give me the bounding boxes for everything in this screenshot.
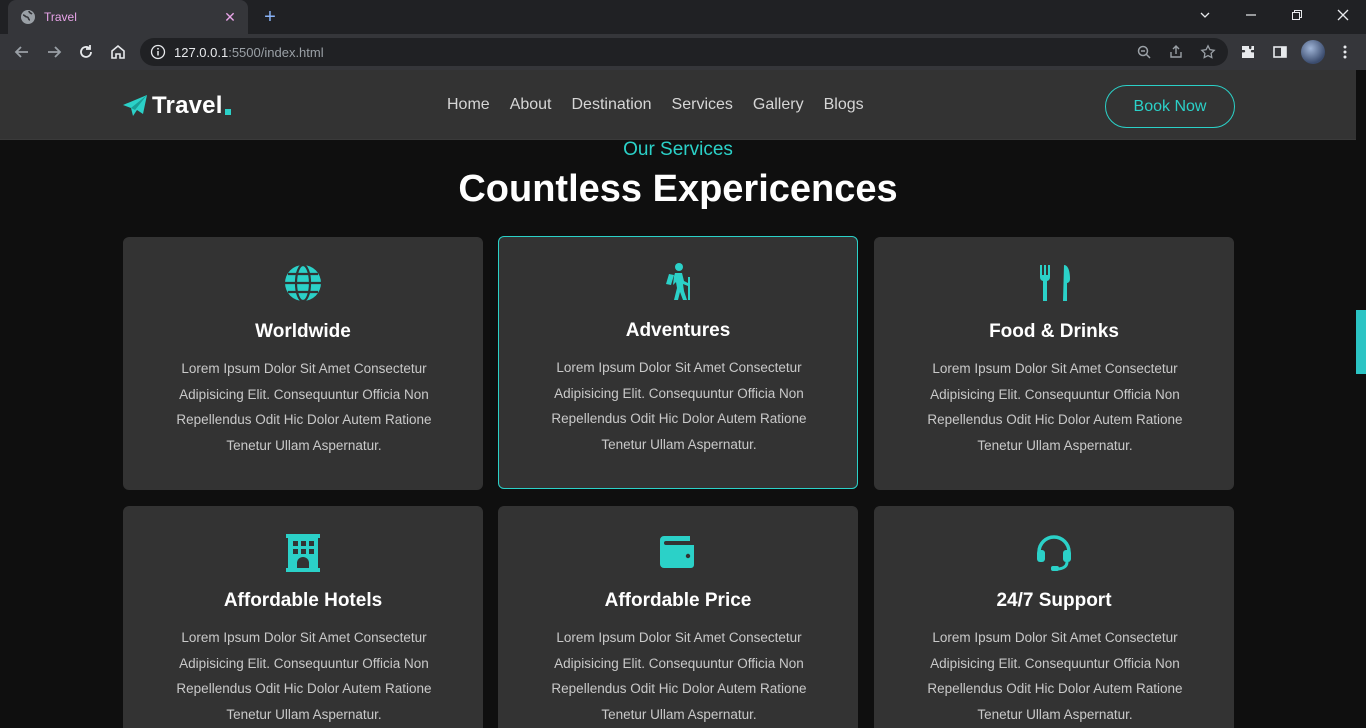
- zoom-icon[interactable]: [1134, 42, 1154, 62]
- service-card-hotels[interactable]: Affordable Hotels Lorem Ipsum Dolor Sit …: [123, 506, 483, 728]
- globe-icon: [21, 10, 35, 24]
- logo-text: Travel: [152, 92, 223, 119]
- url-path: :5500/index.html: [228, 44, 324, 60]
- side-panel-icon[interactable]: [1269, 41, 1291, 63]
- nav-gallery[interactable]: Gallery: [753, 96, 804, 114]
- bookmark-star-icon[interactable]: [1198, 42, 1218, 62]
- main-nav: Home About Destination Services Gallery …: [447, 96, 884, 114]
- card-title: Affordable Price: [604, 590, 752, 611]
- forward-arrow-icon[interactable]: [42, 40, 66, 64]
- home-icon[interactable]: [106, 40, 130, 64]
- url-text: 127.0.0.1:5500/index.html: [174, 45, 324, 60]
- nav-services[interactable]: Services: [672, 96, 733, 114]
- menu-kebab-icon[interactable]: [1334, 41, 1356, 63]
- card-title: Worldwide: [255, 321, 351, 342]
- section-title: Countless Expericences: [458, 168, 898, 210]
- nav-about[interactable]: About: [510, 96, 552, 114]
- card-title: Affordable Hotels: [223, 590, 383, 611]
- tab-close-icon[interactable]: ✕: [222, 9, 238, 26]
- site-header: Travel Home About Destination Services G…: [0, 70, 1356, 140]
- restore-icon[interactable]: [1274, 0, 1320, 30]
- share-icon[interactable]: [1166, 42, 1186, 62]
- headset-icon: [875, 532, 1233, 572]
- service-card-support[interactable]: 24/7 Support Lorem Ipsum Dolor Sit Amet …: [874, 506, 1234, 728]
- card-text: Lorem Ipsum Dolor Sit Amet Consectetur A…: [176, 630, 432, 722]
- card-text: Lorem Ipsum Dolor Sit Amet Consectetur A…: [176, 361, 432, 453]
- nav-blogs[interactable]: Blogs: [824, 96, 864, 114]
- browser-toolbar: 127.0.0.1:5500/index.html: [0, 34, 1366, 70]
- page-viewport: Travel Home About Destination Services G…: [0, 70, 1356, 728]
- section-subtitle: Our Services: [623, 139, 733, 160]
- wallet-icon: [499, 532, 857, 572]
- scrollbar-track[interactable]: [1356, 70, 1366, 728]
- hotel-icon: [124, 532, 482, 572]
- paper-plane-icon: [123, 95, 147, 116]
- browser-tab[interactable]: Travel ✕: [8, 0, 248, 34]
- url-host: 127.0.0.1: [174, 44, 229, 60]
- card-text: Lorem Ipsum Dolor Sit Amet Consectetur A…: [551, 630, 807, 722]
- service-card-adventures[interactable]: Adventures Lorem Ipsum Dolor Sit Amet Co…: [498, 236, 858, 489]
- nav-destination[interactable]: Destination: [572, 96, 652, 114]
- book-now-button[interactable]: Book Now: [1105, 85, 1235, 128]
- extensions-puzzle-icon[interactable]: [1237, 41, 1259, 63]
- close-window-icon[interactable]: [1320, 0, 1366, 30]
- service-card-price[interactable]: Affordable Price Lorem Ipsum Dolor Sit A…: [498, 506, 858, 728]
- logo-dot: [224, 109, 231, 115]
- hiking-icon: [499, 262, 857, 302]
- service-card-food-drinks[interactable]: Food & Drinks Lorem Ipsum Dolor Sit Amet…: [874, 237, 1234, 490]
- profile-avatar[interactable]: [1301, 40, 1325, 64]
- new-tab-button[interactable]: +: [260, 6, 280, 28]
- back-arrow-icon[interactable]: [10, 40, 34, 64]
- utensils-icon: [875, 263, 1233, 303]
- card-title: Adventures: [625, 320, 731, 341]
- card-text: Lorem Ipsum Dolor Sit Amet Consectetur A…: [927, 361, 1183, 453]
- reload-icon[interactable]: [74, 40, 98, 64]
- service-card-worldwide[interactable]: Worldwide Lorem Ipsum Dolor Sit Amet Con…: [123, 237, 483, 490]
- tab-search-icon[interactable]: [1182, 0, 1228, 30]
- site-logo[interactable]: Travel: [122, 92, 231, 120]
- browser-tabstrip: Travel ✕ +: [0, 0, 1366, 34]
- tab-title: Travel: [44, 10, 77, 24]
- address-bar[interactable]: 127.0.0.1:5500/index.html: [140, 38, 1228, 66]
- globe-icon: [124, 263, 482, 303]
- nav-home[interactable]: Home: [447, 96, 490, 114]
- scrollbar-thumb[interactable]: [1356, 310, 1366, 374]
- info-icon[interactable]: [150, 44, 166, 60]
- card-title: Food & Drinks: [989, 321, 1119, 342]
- minimize-icon[interactable]: [1228, 0, 1274, 30]
- card-text: Lorem Ipsum Dolor Sit Amet Consectetur A…: [927, 630, 1183, 722]
- card-text: Lorem Ipsum Dolor Sit Amet Consectetur A…: [551, 360, 807, 452]
- card-title: 24/7 Support: [996, 590, 1112, 611]
